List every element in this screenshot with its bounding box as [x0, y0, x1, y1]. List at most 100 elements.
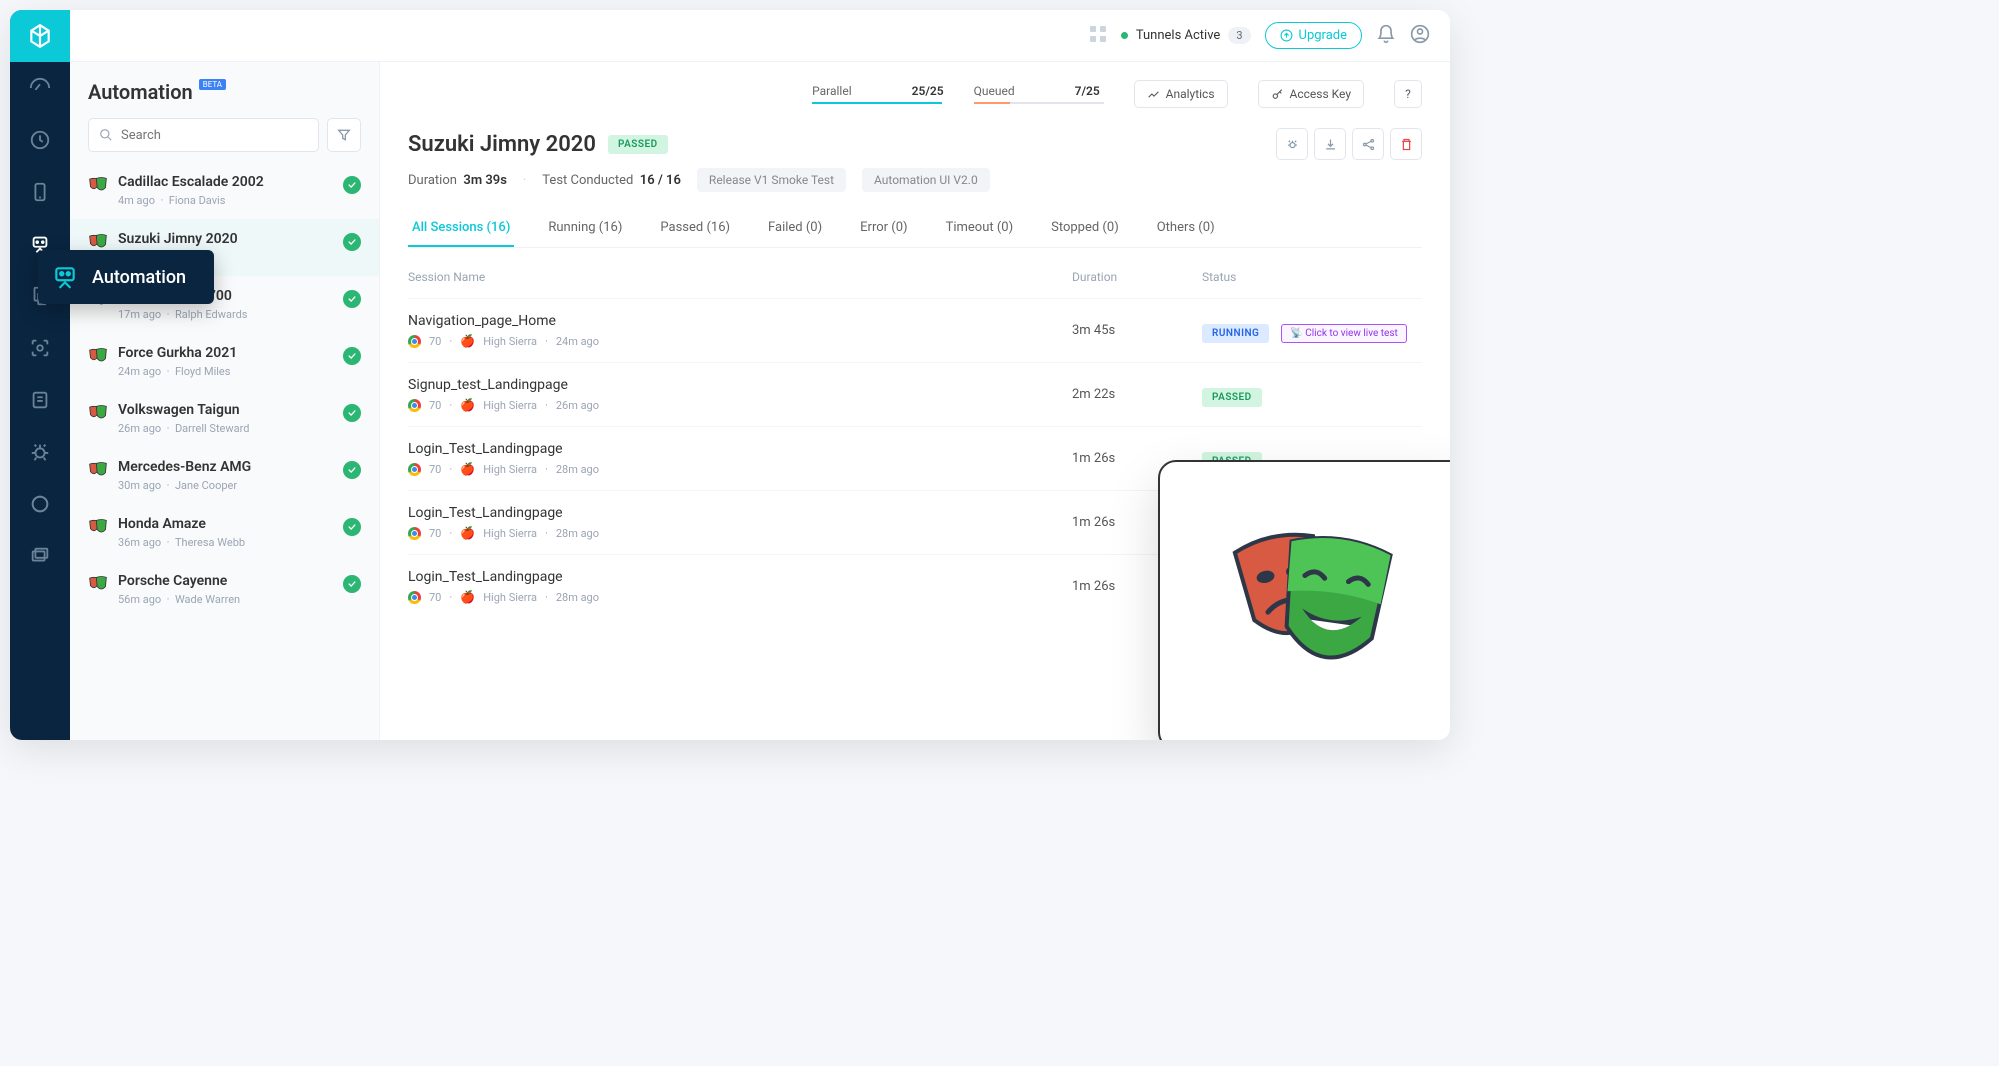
session-meta: 70· 🍎 High Sierra·28m ago — [408, 526, 1072, 540]
view-live-button[interactable]: 📡 Click to view live test — [1281, 324, 1406, 343]
mask-icon — [88, 404, 108, 424]
build-title: Suzuki Jimny 2020 — [408, 132, 596, 157]
pass-badge-icon — [343, 347, 361, 365]
mask-icon — [88, 461, 108, 481]
session-row[interactable]: Navigation_page_Home 70· 🍎 High Sierra·2… — [408, 298, 1422, 362]
logs-icon[interactable] — [10, 374, 70, 426]
notifications-icon[interactable] — [1376, 24, 1396, 48]
tab-passed[interactable]: Passed (16) — [656, 210, 734, 247]
tab-timeout[interactable]: Timeout (0) — [942, 210, 1018, 247]
test-name: Mercedes-Benz AMG — [118, 459, 333, 475]
duration-value: 3m 39s — [463, 173, 507, 188]
tab-error[interactable]: Error (0) — [856, 210, 911, 247]
test-list-item[interactable]: Cadillac Escalade 2002 4m ago · Fiona Da… — [70, 162, 379, 219]
filter-button[interactable] — [327, 118, 361, 152]
session-duration: 2m 22s — [1072, 387, 1202, 402]
session-meta: 70· 🍎 High Sierra·24m ago — [408, 334, 1072, 348]
tunnel-label: Tunnels Active — [1136, 28, 1220, 43]
status-dot-icon — [1121, 32, 1128, 39]
test-meta: 56m ago · Wade Warren — [118, 593, 333, 606]
test-name: Honda Amaze — [118, 516, 333, 532]
parallel-label: Parallel — [812, 84, 852, 98]
parallel-value: 25/25 — [912, 84, 944, 98]
tab-all-sessions[interactable]: All Sessions (16) — [408, 210, 514, 247]
session-meta: 70· 🍎 High Sierra·28m ago — [408, 590, 1072, 604]
session-name: Login_Test_Landingpage — [408, 569, 1072, 585]
test-meta: 4m ago · Fiona Davis — [118, 194, 333, 207]
history-icon[interactable] — [10, 114, 70, 166]
brand-logo[interactable] — [10, 10, 70, 62]
test-list-item[interactable]: Honda Amaze 36m ago · Theresa Webb — [70, 504, 379, 561]
chrome-icon — [408, 335, 421, 348]
session-name: Navigation_page_Home — [408, 313, 1072, 329]
pass-badge-icon — [343, 461, 361, 479]
download-button[interactable] — [1314, 128, 1346, 160]
chrome-icon — [408, 463, 421, 476]
test-name: Suzuki Jimny 2020 — [118, 231, 333, 247]
col-duration: Duration — [1072, 270, 1202, 284]
access-key-button[interactable]: Access Key — [1258, 80, 1364, 108]
col-session-name: Session Name — [408, 270, 1072, 284]
apple-icon: 🍎 — [460, 462, 475, 476]
apple-icon: 🍎 — [460, 398, 475, 412]
pass-badge-icon — [343, 290, 361, 308]
mask-icon — [88, 176, 108, 196]
search-input[interactable] — [121, 128, 308, 143]
tab-others[interactable]: Others (0) — [1153, 210, 1219, 247]
help-button[interactable]: ? — [1394, 80, 1422, 108]
pass-badge-icon — [343, 575, 361, 593]
tunnel-count-badge: 3 — [1228, 27, 1250, 44]
test-meta: 17m ago · Ralph Edwards — [118, 308, 333, 321]
session-meta: 70· 🍎 High Sierra·26m ago — [408, 398, 1072, 412]
tunnel-status: Tunnels Active 3 — [1121, 27, 1251, 44]
share-button[interactable] — [1352, 128, 1384, 160]
profile-icon[interactable] — [1410, 24, 1430, 48]
test-name: Force Gurkha 2021 — [118, 345, 333, 361]
tab-running[interactable]: Running (16) — [544, 210, 626, 247]
search-input-wrapper[interactable] — [88, 118, 319, 152]
bug-report-button[interactable] — [1276, 128, 1308, 160]
nav-tooltip-label: Automation — [92, 267, 186, 288]
pass-badge-icon — [343, 233, 361, 251]
integrations-icon[interactable] — [10, 478, 70, 530]
tab-stopped[interactable]: Stopped (0) — [1047, 210, 1123, 247]
pass-badge-icon — [343, 176, 361, 194]
chrome-icon — [408, 399, 421, 412]
chrome-icon — [408, 527, 421, 540]
test-list-item[interactable]: Porsche Cayenne 56m ago · Wade Warren — [70, 561, 379, 618]
test-meta: 36m ago · Theresa Webb — [118, 536, 333, 549]
pass-badge-icon — [343, 518, 361, 536]
test-list-item[interactable]: Mercedes-Benz AMG 30m ago · Jane Cooper — [70, 447, 379, 504]
upgrade-button[interactable]: Upgrade — [1265, 22, 1362, 49]
session-duration: 3m 45s — [1072, 323, 1202, 338]
bug-icon[interactable] — [10, 426, 70, 478]
test-name: Volkswagen Taigun — [118, 402, 333, 418]
session-row[interactable]: Signup_test_Landingpage 70· 🍎 High Sierr… — [408, 362, 1422, 426]
delete-button[interactable] — [1390, 128, 1422, 160]
apple-icon: 🍎 — [460, 334, 475, 348]
analytics-button[interactable]: Analytics — [1134, 80, 1228, 108]
queued-label: Queued — [974, 84, 1015, 98]
top-header: Tunnels Active 3 Upgrade — [70, 10, 1450, 62]
test-name: Cadillac Escalade 2002 — [118, 174, 333, 190]
folders-icon[interactable] — [10, 530, 70, 582]
session-name: Login_Test_Landingpage — [408, 505, 1072, 521]
test-meta: 30m ago · Jane Cooper — [118, 479, 333, 492]
dashboard-icon[interactable] — [10, 62, 70, 114]
queued-value: 7/25 — [1075, 84, 1100, 98]
visual-icon[interactable] — [10, 322, 70, 374]
tab-failed[interactable]: Failed (0) — [764, 210, 826, 247]
mask-icon — [88, 575, 108, 595]
test-list-item[interactable]: Volkswagen Taigun 26m ago · Darrell Stew… — [70, 390, 379, 447]
session-name: Signup_test_Landingpage — [408, 377, 1072, 393]
device-icon[interactable] — [10, 166, 70, 218]
col-status: Status — [1202, 270, 1422, 284]
nav-tooltip-automation: Automation — [38, 250, 214, 304]
beta-badge: BETA — [199, 79, 226, 90]
session-name: Login_Test_Landingpage — [408, 441, 1072, 457]
conducted-value: 16 / 16 — [640, 173, 681, 188]
test-list-item[interactable]: Force Gurkha 2021 24m ago · Floyd Miles — [70, 333, 379, 390]
test-list-panel: Automation BETA Cadillac Escalade 2002 4… — [70, 62, 380, 740]
apps-grid-icon[interactable] — [1089, 25, 1107, 47]
apple-icon: 🍎 — [460, 526, 475, 540]
